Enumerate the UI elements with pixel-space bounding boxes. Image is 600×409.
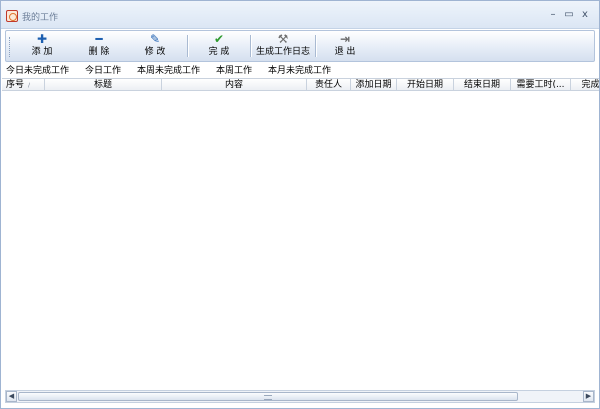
horizontal-scrollbar[interactable]: ◀ ▶ xyxy=(5,390,595,403)
toolbar-grip[interactable] xyxy=(9,37,12,57)
toolbar-separator xyxy=(315,35,316,57)
toolbar: ✚ 添 加 ━ 删 除 ✎ 修 改 ✔ 完 成 ⚒ 生成工作日志 ⇥ 退 出 xyxy=(5,30,595,62)
work-filter-tabs: 今日未完成工作 今日工作 本周未完成工作 本周工作 本月未完成工作 xyxy=(1,65,599,78)
delete-button[interactable]: ━ 删 除 xyxy=(81,33,117,60)
scroll-right-icon[interactable]: ▶ xyxy=(583,391,594,402)
title-bar[interactable]: 我的工作 – ▭ x xyxy=(1,1,599,29)
add-button[interactable]: ✚ 添 加 xyxy=(24,33,60,60)
tab-today-unfinished[interactable]: 今日未完成工作 xyxy=(6,65,70,78)
generate-work-log-button[interactable]: ⚒ 生成工作日志 xyxy=(253,33,313,60)
column-index[interactable]: 序号 ∕ xyxy=(2,79,45,90)
column-start-date[interactable]: 开始日期 xyxy=(397,79,454,90)
column-content[interactable]: 内容 xyxy=(162,79,307,90)
minus-icon: ━ xyxy=(95,32,103,46)
exit-icon: ⇥ xyxy=(339,32,351,46)
toolbar-separator xyxy=(187,35,188,57)
scrollbar-thumb[interactable] xyxy=(18,392,518,401)
add-button-label: 添 加 xyxy=(31,47,53,57)
grid-header: 序号 ∕ 标题 内容 责任人 添加日期 开始日期 结束日期 需要工时(... 完成 xyxy=(2,78,599,91)
window-title: 我的工作 xyxy=(22,13,59,23)
column-index-label: 序号 xyxy=(6,80,25,90)
scroll-left-icon[interactable]: ◀ xyxy=(6,391,17,402)
column-required-hours[interactable]: 需要工时(... xyxy=(511,79,571,90)
generate-work-log-label: 生成工作日志 xyxy=(255,47,310,57)
edit-button-label: 修 改 xyxy=(144,47,166,57)
complete-button[interactable]: ✔ 完 成 xyxy=(201,33,237,60)
hammer-icon: ⚒ xyxy=(277,32,289,46)
tab-week[interactable]: 本周工作 xyxy=(216,65,252,78)
restore-button[interactable]: ▭ xyxy=(562,9,576,21)
edit-button[interactable]: ✎ 修 改 xyxy=(137,33,173,60)
plus-icon: ✚ xyxy=(36,32,48,46)
app-icon xyxy=(6,10,18,22)
column-title[interactable]: 标题 xyxy=(45,79,162,90)
tab-today[interactable]: 今日工作 xyxy=(85,65,121,78)
column-added-date[interactable]: 添加日期 xyxy=(351,79,397,90)
column-owner[interactable]: 责任人 xyxy=(307,79,351,90)
exit-button-label: 退 出 xyxy=(334,47,356,57)
sort-arrow-icon: ∕ xyxy=(28,82,31,89)
my-work-window: 我的工作 – ▭ x ✚ 添 加 ━ 删 除 ✎ 修 改 ✔ 完 成 ⚒ 生成工… xyxy=(0,0,600,409)
toolbar-separator xyxy=(250,35,251,57)
column-end-date[interactable]: 结束日期 xyxy=(454,79,511,90)
check-icon: ✔ xyxy=(213,32,225,46)
column-completed[interactable]: 完成 xyxy=(571,79,599,90)
close-button[interactable]: x xyxy=(578,9,592,21)
tab-month-unfinished[interactable]: 本月未完成工作 xyxy=(268,65,331,78)
grid-body[interactable] xyxy=(2,91,599,390)
tab-week-unfinished[interactable]: 本周未完成工作 xyxy=(137,65,200,78)
exit-button[interactable]: ⇥ 退 出 xyxy=(327,33,363,60)
pen-icon: ✎ xyxy=(149,32,161,46)
minimize-button[interactable]: – xyxy=(546,9,560,21)
complete-button-label: 完 成 xyxy=(208,47,230,57)
delete-button-label: 删 除 xyxy=(88,47,110,57)
